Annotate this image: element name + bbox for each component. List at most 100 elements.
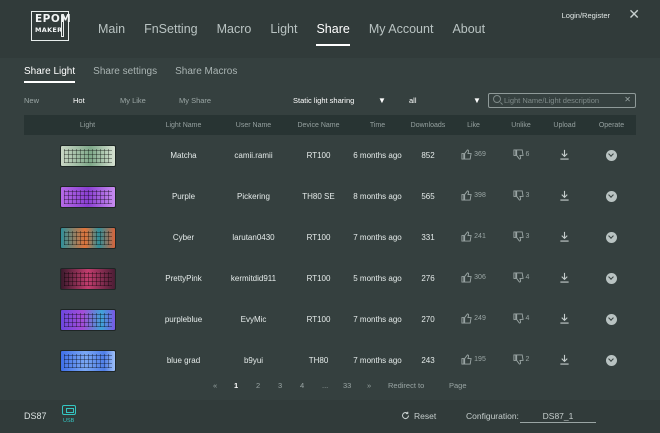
tab-share-macros[interactable]: Share Macros <box>175 66 237 77</box>
filter-hot[interactable]: Hot <box>73 96 85 105</box>
light-type-select[interactable]: Static light sharing <box>293 96 354 105</box>
thumbs-down-icon <box>513 354 524 365</box>
table-row[interactable]: Matcha camii.ramii RT100 6 months ago 85… <box>24 135 636 176</box>
prev-page-button[interactable]: « <box>213 381 217 390</box>
nav-about[interactable]: About <box>452 22 485 36</box>
download-count: 331 <box>421 233 435 242</box>
filter-my-share[interactable]: My Share <box>179 96 211 105</box>
like-button[interactable]: 398 <box>461 190 486 201</box>
filter-new[interactable]: New <box>24 96 39 105</box>
thumbs-up-icon <box>461 231 472 242</box>
login-register-link[interactable]: Login/Register <box>562 11 610 20</box>
col-light: Light <box>79 121 96 129</box>
table-row[interactable]: PrettyPink kermitdid911 RT100 5 months a… <box>24 258 636 299</box>
clear-search-icon[interactable]: ✕ <box>624 95 631 104</box>
table-row[interactable]: Cyber larutan0430 RT100 7 months ago 331… <box>24 217 636 258</box>
chevron-down-icon[interactable] <box>606 355 617 366</box>
nav-fnsetting[interactable]: FnSetting <box>144 22 198 36</box>
device-name: TH80 SE <box>302 192 335 201</box>
col-downloads: Downloads <box>410 121 446 129</box>
top-bar: EPOM MAKER Main FnSetting Macro Light Sh… <box>0 0 660 58</box>
unlike-button[interactable]: 4 <box>513 272 529 283</box>
like-count: 398 <box>474 192 486 199</box>
device-name: TH80 <box>308 356 329 365</box>
unlike-button[interactable]: 4 <box>513 313 530 324</box>
table-row[interactable]: purpleblue EvyMic RT100 7 months ago 270… <box>24 299 636 340</box>
download-count: 565 <box>421 192 435 201</box>
search-input[interactable] <box>504 95 614 106</box>
thumbs-down-icon <box>513 272 524 283</box>
nav-light[interactable]: Light <box>270 22 297 36</box>
like-button[interactable]: 369 <box>461 149 486 160</box>
like-button[interactable]: 249 <box>461 313 486 324</box>
thumbs-down-icon <box>513 190 524 201</box>
chevron-down-icon[interactable] <box>606 273 617 284</box>
like-button[interactable]: 241 <box>461 231 486 242</box>
keyboard-thumbnail[interactable] <box>59 267 116 290</box>
download-icon[interactable] <box>559 313 570 324</box>
page-1[interactable]: 1 <box>234 381 238 390</box>
close-icon[interactable]: ✕ <box>628 6 640 23</box>
page-33[interactable]: 33 <box>343 381 351 390</box>
device-name: RT100 <box>306 315 331 324</box>
keyboard-thumbnail[interactable] <box>59 226 116 249</box>
nav-my-account[interactable]: My Account <box>369 22 434 36</box>
search-box[interactable]: ✕ <box>488 93 636 108</box>
page-2[interactable]: 2 <box>256 381 260 390</box>
thumbs-up-icon <box>461 313 472 324</box>
user-name: kermitdid911 <box>230 274 277 283</box>
col-upload: Upload <box>553 121 576 129</box>
tab-share-settings[interactable]: Share settings <box>93 66 157 77</box>
download-icon[interactable] <box>559 231 570 242</box>
chevron-down-icon[interactable] <box>606 150 617 161</box>
unlike-button[interactable]: 6 <box>513 149 529 160</box>
keyboard-thumbnail[interactable] <box>59 349 116 372</box>
download-count: 243 <box>421 356 435 365</box>
unlike-count: 2 <box>525 356 530 363</box>
configuration-select[interactable]: DS87_1 <box>520 411 596 423</box>
table-row[interactable]: Purple Pickering TH80 SE 8 months ago 56… <box>24 176 636 217</box>
nav-main[interactable]: Main <box>98 22 125 36</box>
device-model-select[interactable]: all <box>409 96 417 105</box>
table-row[interactable]: blue grad b9yui TH80 7 months ago 243 19… <box>24 340 636 381</box>
next-page-button[interactable]: » <box>367 381 371 390</box>
download-count: 276 <box>421 274 435 283</box>
like-count: 369 <box>474 151 486 158</box>
user-name: b9yui <box>243 356 264 365</box>
reset-button[interactable]: Reset <box>401 411 436 421</box>
share-subtabs: Share Light Share settings Share Macros <box>24 66 255 83</box>
page-4[interactable]: 4 <box>300 381 304 390</box>
nav-share[interactable]: Share <box>316 22 351 46</box>
reset-icon <box>401 411 410 420</box>
tab-share-light[interactable]: Share Light <box>24 66 76 83</box>
unlike-button[interactable]: 3 <box>513 190 529 201</box>
thumbs-down-icon <box>513 231 524 242</box>
unlike-button[interactable]: 2 <box>513 354 530 365</box>
share-time: 8 months ago <box>353 192 402 201</box>
unlike-button[interactable]: 3 <box>513 231 529 242</box>
col-device-name: Device Name <box>297 121 340 129</box>
keyboard-thumbnail[interactable] <box>59 185 116 208</box>
keyboard-thumbnail[interactable] <box>59 308 116 331</box>
keyboard-thumbnail[interactable] <box>59 144 116 167</box>
share-time: 7 months ago <box>353 233 402 242</box>
usb-icon <box>62 405 76 415</box>
page-3[interactable]: 3 <box>278 381 282 390</box>
chevron-down-icon[interactable] <box>606 314 617 325</box>
chevron-down-icon[interactable] <box>606 232 617 243</box>
filter-my-like[interactable]: My Like <box>120 96 146 105</box>
table-header: Light Light Name User Name Device Name T… <box>24 115 636 135</box>
like-button[interactable]: 195 <box>461 354 486 365</box>
download-icon[interactable] <box>559 272 570 283</box>
download-icon[interactable] <box>559 149 570 160</box>
unlike-count: 4 <box>525 315 530 322</box>
dropdown-arrow-icon[interactable]: ▼ <box>378 96 386 105</box>
thumbs-up-icon <box>461 354 472 365</box>
page-label: Page <box>449 381 467 390</box>
nav-macro[interactable]: Macro <box>217 22 252 36</box>
dropdown-arrow-icon[interactable]: ▼ <box>473 96 481 105</box>
chevron-down-icon[interactable] <box>606 191 617 202</box>
like-button[interactable]: 306 <box>461 272 486 283</box>
download-icon[interactable] <box>559 354 570 365</box>
download-icon[interactable] <box>559 190 570 201</box>
